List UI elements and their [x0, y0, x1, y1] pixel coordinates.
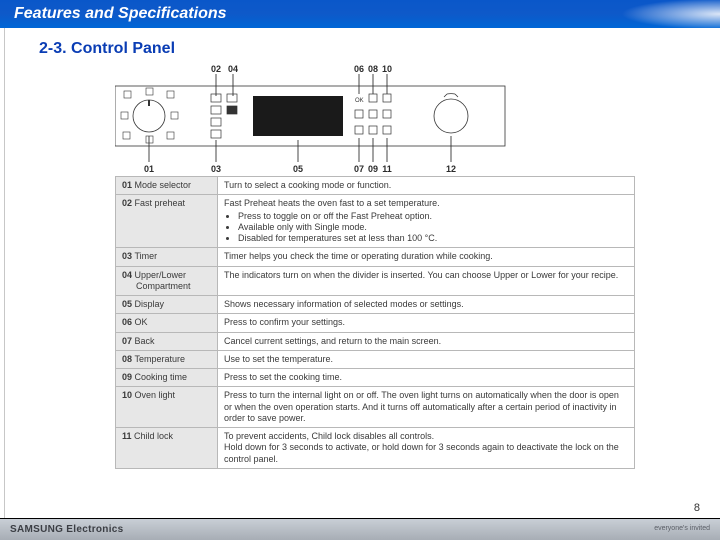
svg-text:OK: OK [355, 98, 364, 104]
header-swoosh-decoration [510, 0, 720, 28]
row-number: 05 [122, 299, 135, 309]
control-panel-diagram: OK [115, 64, 545, 176]
row-label: 05 Display [116, 296, 218, 314]
callout-11: 11 [382, 164, 392, 174]
row-number: 08 [122, 354, 135, 364]
callout-12: 12 [446, 164, 456, 174]
table-row: 06 OKPress to confirm your settings. [116, 314, 635, 332]
callout-01: 01 [144, 164, 154, 174]
row-label: 02 Fast preheat [116, 195, 218, 248]
table-row: 04 Upper/LowerCompartmentThe indicators … [116, 266, 635, 296]
table-row: 07 BackCancel current settings, and retu… [116, 332, 635, 350]
row-number: 10 [122, 390, 135, 400]
row-label: 08 Temperature [116, 350, 218, 368]
row-label: 11 Child lock [116, 428, 218, 469]
table-row: 10 Oven lightPress to turn the internal … [116, 387, 635, 428]
table-row: 11 Child lockTo prevent accidents, Child… [116, 428, 635, 469]
row-label: 10 Oven light [116, 387, 218, 428]
row-number: 04 [122, 270, 135, 280]
row-bullet: Available only with Single mode. [238, 222, 628, 233]
row-number: 01 [122, 180, 135, 190]
spec-table: 01 Mode selectorTurn to select a cooking… [115, 176, 635, 469]
table-row: 03 TimerTimer helps you check the time o… [116, 248, 635, 266]
callout-08: 08 [368, 64, 378, 74]
footer-brand: SAMSUNG Electronics [10, 524, 124, 535]
row-label: 09 Cooking time [116, 369, 218, 387]
row-desc: To prevent accidents, Child lock disable… [218, 428, 635, 469]
table-row: 09 Cooking timePress to set the cooking … [116, 369, 635, 387]
callout-07: 07 [354, 164, 364, 174]
table-row: 02 Fast preheatFast Preheat heats the ov… [116, 195, 635, 248]
row-label: 04 Upper/LowerCompartment [116, 266, 218, 296]
callout-09: 09 [368, 164, 378, 174]
row-bullet: Disabled for temperatures set at less th… [238, 233, 628, 244]
footer-tagline: everyone's invited [654, 526, 710, 533]
row-desc: The indicators turn on when the divider … [218, 266, 635, 296]
section-title: 2-3. Control Panel [39, 40, 720, 58]
callout-04: 04 [228, 64, 238, 74]
footer: SAMSUNG Electronics everyone's invited [0, 518, 720, 540]
row-desc: Turn to select a cooking mode or functio… [218, 177, 635, 195]
content-area: 2-3. Control Panel [4, 28, 720, 518]
row-label: 06 OK [116, 314, 218, 332]
header-bar: Features and Specifications [0, 0, 720, 28]
callout-03: 03 [211, 164, 221, 174]
page-title: Features and Specifications [14, 5, 227, 23]
row-number: 03 [122, 251, 135, 261]
row-number: 02 [122, 198, 135, 208]
row-desc: Fast Preheat heats the oven fast to a se… [218, 195, 635, 248]
row-desc: Shows necessary information of selected … [218, 296, 635, 314]
row-desc: Cancel current settings, and return to t… [218, 332, 635, 350]
row-number: 07 [122, 336, 135, 346]
row-bullet: Press to toggle on or off the Fast Prehe… [238, 211, 628, 222]
row-desc: Press to set the cooking time. [218, 369, 635, 387]
table-row: 01 Mode selectorTurn to select a cooking… [116, 177, 635, 195]
row-number: 11 [122, 431, 134, 441]
callout-02: 02 [211, 64, 221, 74]
page-number: 8 [694, 502, 700, 514]
row-number: 09 [122, 372, 135, 382]
row-label: 07 Back [116, 332, 218, 350]
table-row: 05 DisplayShows necessary information of… [116, 296, 635, 314]
table-row: 08 TemperatureUse to set the temperature… [116, 350, 635, 368]
row-number: 06 [122, 317, 135, 327]
row-desc: Timer helps you check the time or operat… [218, 248, 635, 266]
callout-05: 05 [293, 164, 303, 174]
callout-10: 10 [382, 64, 392, 74]
row-desc: Press to confirm your settings. [218, 314, 635, 332]
row-desc: Press to turn the internal light on or o… [218, 387, 635, 428]
row-label: 01 Mode selector [116, 177, 218, 195]
row-label: 03 Timer [116, 248, 218, 266]
callout-06: 06 [354, 64, 364, 74]
row-desc: Use to set the temperature. [218, 350, 635, 368]
